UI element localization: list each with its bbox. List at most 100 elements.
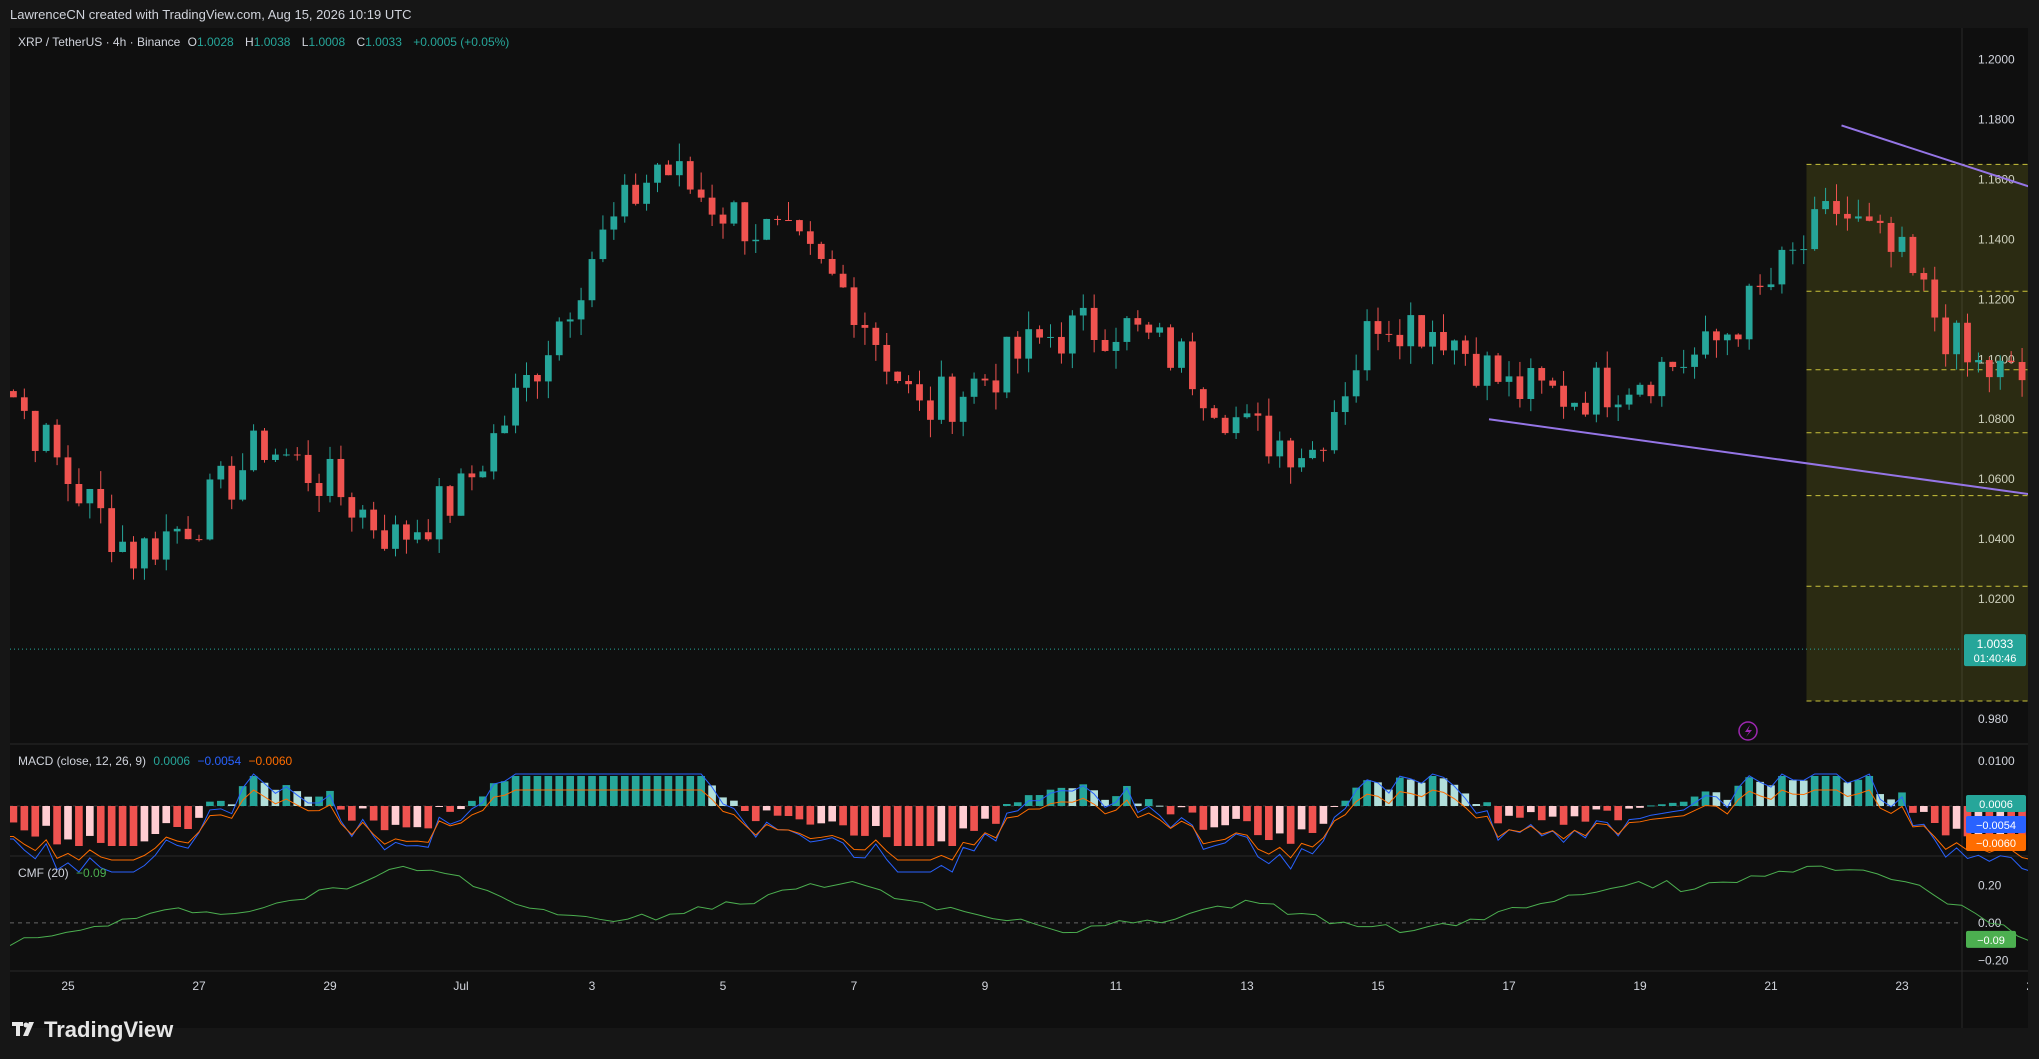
macd-histogram-bar	[1417, 782, 1426, 806]
time-tick-label: 3	[589, 979, 596, 993]
candle-body	[1811, 209, 1819, 250]
macd-histogram-bar	[828, 806, 836, 822]
macd-histogram-bar	[31, 806, 40, 837]
macd-histogram-bar	[1221, 806, 1229, 826]
candle-body	[1341, 396, 1349, 413]
macd-histogram-bar	[566, 776, 574, 806]
macd-histogram-bar	[1363, 780, 1371, 806]
candle-body	[1560, 385, 1567, 407]
price-tick-label: 0.980	[1978, 712, 2008, 726]
candle-body	[1680, 366, 1688, 368]
macd-histogram-bar	[129, 806, 138, 846]
macd-histogram-bar	[959, 806, 967, 829]
candle-body	[392, 524, 399, 549]
symbol-title[interactable]: XRP / TetherUS · 4h · Binance	[18, 35, 180, 49]
candle-body	[1068, 315, 1076, 354]
macd-legend[interactable]: MACD (close, 12, 26, 9) 0.0006 −0.0054 −…	[18, 754, 296, 768]
candle-body	[1363, 321, 1371, 371]
candle-body	[1036, 329, 1043, 338]
macd-histogram-bar	[893, 806, 902, 846]
candle-body	[1451, 340, 1458, 351]
macd-histogram-bar	[1155, 805, 1164, 807]
candle-body	[1418, 315, 1426, 347]
cmf-tick-label: 0.20	[1978, 878, 2002, 892]
candle-body	[1702, 331, 1709, 355]
candle-body	[1014, 336, 1022, 359]
candle-body	[1407, 315, 1415, 347]
candle-body	[479, 471, 487, 478]
candle-body	[1167, 327, 1174, 368]
candle-body	[1134, 318, 1142, 325]
candle-body	[610, 216, 618, 230]
candle-body	[1505, 376, 1513, 382]
time-tick-label: 7	[851, 979, 858, 993]
cmf-legend[interactable]: CMF (20) −0.09	[18, 866, 110, 880]
cmf-title[interactable]: CMF (20)	[18, 866, 69, 880]
symbol-legend[interactable]: XRP / TetherUS · 4h · Binance O1.0028 H1…	[18, 35, 513, 49]
candle-body	[806, 231, 814, 244]
candle-body	[1985, 360, 1993, 378]
candle-body	[1920, 273, 1928, 280]
candle-body	[1232, 417, 1240, 434]
candle-body	[315, 483, 323, 496]
macd-histogram-bar	[151, 806, 160, 835]
time-tick-label: 9	[982, 979, 989, 993]
candle-body	[31, 410, 39, 451]
candle-body	[697, 189, 705, 198]
macd-histogram-bar	[1668, 802, 1677, 806]
time-tick-label: 25	[2026, 979, 2028, 993]
candle-body	[1778, 249, 1786, 285]
candle-body	[1254, 413, 1262, 416]
macd-title[interactable]: MACD (close, 12, 26, 9)	[18, 754, 146, 768]
macd-histogram-bar	[402, 806, 411, 828]
macd-histogram-bar	[631, 776, 640, 806]
macd-histogram-bar	[1625, 806, 1633, 809]
candle-body	[1625, 394, 1633, 405]
candle-body	[304, 454, 312, 484]
candle-body	[468, 473, 476, 478]
macd-histogram-bar	[457, 806, 465, 810]
macd-histogram-bar	[1614, 806, 1622, 821]
macd-histogram-bar	[1297, 806, 1306, 830]
macd-histogram-bar	[642, 776, 651, 806]
candle-body	[119, 541, 126, 552]
macd-signal-value: −0.0060	[248, 754, 293, 768]
chart-area[interactable]: 1.20001.18001.16001.14001.12001.10001.08…	[0, 28, 2039, 1028]
macd-histogram-bar	[9, 806, 18, 823]
macd-histogram-bar	[1199, 806, 1208, 830]
candle-body	[403, 524, 410, 540]
candle-body	[937, 376, 945, 420]
candle-body	[1112, 341, 1120, 351]
macd-histogram-bar	[1941, 806, 1950, 836]
candle-body	[1876, 220, 1884, 223]
alert-icon-bolt	[1745, 725, 1752, 737]
candle-body	[2018, 362, 2026, 381]
macd-histogram-bar	[413, 806, 422, 828]
macd-histogram-bar	[1232, 806, 1240, 819]
time-tick-label: 5	[720, 979, 727, 993]
candle-body	[1614, 404, 1622, 408]
candle-body	[1101, 340, 1109, 351]
macd-histogram-bar	[358, 806, 367, 809]
macd-histogram-bar	[1166, 806, 1175, 815]
candle-body	[1298, 458, 1305, 468]
candle-body	[1385, 333, 1393, 335]
macd-histogram-bar	[1090, 790, 1098, 806]
price-tick-label: 1.1800	[1978, 112, 2015, 126]
candle-body	[108, 508, 116, 552]
macd-histogram-bar	[795, 806, 804, 820]
price-chart-svg[interactable]: 1.20001.18001.16001.14001.12001.10001.08…	[0, 28, 2039, 1028]
tradingview-logo[interactable]: TradingView	[12, 1016, 173, 1043]
candle-body	[141, 538, 148, 569]
candle-body	[1636, 384, 1644, 395]
open-value: 1.0028	[197, 35, 234, 49]
candle-body	[501, 425, 509, 434]
macd-histogram-bar	[75, 806, 83, 846]
candle-body	[1199, 389, 1207, 409]
macd-histogram-bar	[195, 806, 203, 818]
candle-body	[1058, 336, 1065, 354]
macd-histogram-bar	[937, 806, 946, 842]
candle-body	[632, 184, 640, 204]
macd-histogram-bar	[391, 806, 400, 825]
candle-body	[927, 400, 934, 420]
